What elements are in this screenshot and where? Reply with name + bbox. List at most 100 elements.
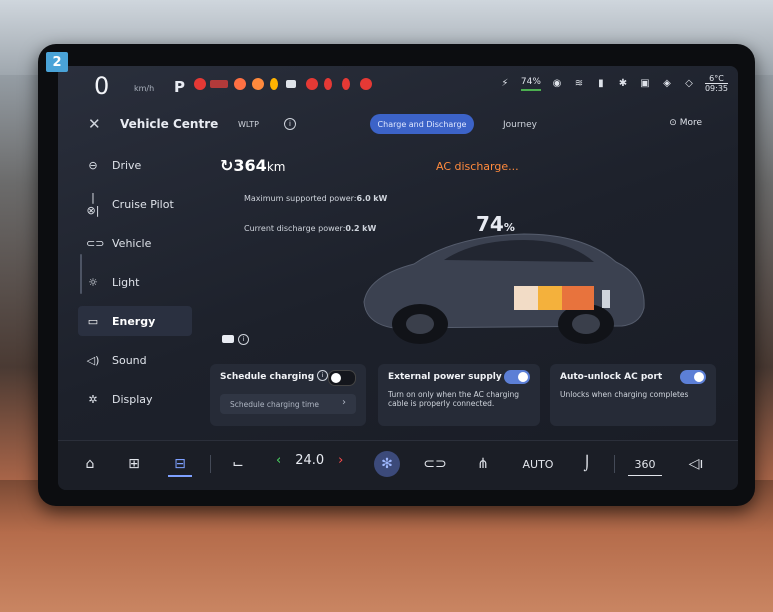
sidebar-item-label: Vehicle [112,236,152,250]
battery-cell [538,286,562,310]
car-illustration [363,233,645,344]
auto-unlock-toggle[interactable] [680,370,706,384]
home-icon[interactable]: ⌂ [78,453,102,475]
recirculation-icon[interactable]: ⊂⊃ [422,453,448,475]
temperature-value: 24.0 [295,453,325,468]
temp-increase-icon[interactable]: › [338,453,343,468]
info-icon: i [238,333,249,345]
battery-icon: ▭ [87,314,99,328]
external-power-card: External power supply Turn on only when … [378,364,540,426]
lights-icon [286,80,296,88]
warning-icon [342,78,350,90]
seat-icon[interactable]: ⌙ [226,453,250,475]
temp-clock: 6°C 09:35 [704,74,728,93]
speed-readout: 0 [94,72,110,100]
gear-indicator: P [174,78,185,96]
volume-icon[interactable]: ◁ı [684,453,708,475]
sidebar: ⊖ Drive |⊗| Cruise Pilot ⊂⊃ Vehicle ☼ Li… [72,150,192,420]
apps-grid-icon[interactable]: ⊞ [122,453,146,475]
page-title: Vehicle Centre [120,117,219,131]
shield-icon: ◈ [663,78,671,89]
temp-decrease-icon[interactable]: ‹ [276,453,281,468]
step-badge: 2 [46,52,68,72]
battery-percent: 74% [520,77,541,91]
discharge-status: AC discharge... [436,160,519,173]
sidebar-item-label: Cruise Pilot [112,197,174,211]
wltp-label[interactable]: WLTP [238,120,259,129]
sidebar-item-vehicle[interactable]: ⊂⊃ Vehicle [78,228,192,258]
auto-climate-button[interactable]: AUTO [518,453,558,475]
brightness-icon: ✲ [88,392,98,406]
sidebar-item-cruise-pilot[interactable]: |⊗| Cruise Pilot [78,189,192,219]
vehicle-icon[interactable]: ⊟ [168,453,192,477]
schedule-charging-toggle[interactable] [328,370,356,386]
warning-icon [252,78,264,90]
battery-cell [514,286,538,310]
range-readout: ↻364km [220,156,286,175]
card-description: Unlocks when charging completes [560,390,689,399]
plug-icon: ⚡ [501,78,509,89]
status-right: ⚡ 74% ◉ ≋ ▮ ✱ ▣ ◈ ◇ 6°C 09:35 [499,74,728,93]
dock-divider [210,455,211,473]
assistant-icon: ◉ [552,78,562,89]
info-icon[interactable]: i [317,370,328,381]
steering-icon: ⊖ [88,158,98,172]
warning-icon [270,78,278,90]
signal-icon: ▮ [598,78,604,89]
header: ✕ Vehicle Centre WLTP i Charge and Disch… [58,112,738,138]
camera-icon: ▣ [640,78,650,89]
car-icon: ⊂⊃ [86,236,105,250]
schedule-time-input[interactable]: Schedule charging time › [220,394,356,414]
warning-icon [194,78,206,90]
tab-charge-discharge[interactable]: Charge and Discharge [370,114,474,134]
max-power: Maximum supported power:6.0 kW [244,194,388,203]
warning-icon [360,78,372,90]
security-icon: ◇ [685,78,693,89]
status-bar: 0 km/h P ⚡ 74% ◉ ≋ ▮ ✱ ▣ ◈ ◇ 6°C 09:35 [58,66,738,108]
external-power-toggle[interactable] [504,370,530,384]
fan-icon[interactable]: ✻ [374,451,400,477]
bottom-dock: ⌂ ⊞ ⊟ ⌙ ‹ 24.0 › ✻ ⊂⊃ ⋔ AUTO ⌡ 360 ◁ı [58,440,738,490]
passenger-airbag-icon [210,80,228,88]
sidebar-item-energy[interactable]: ▭ Energy [78,306,192,336]
speed-unit: km/h [134,84,155,93]
close-icon[interactable]: ✕ [88,115,101,133]
sidebar-item-label: Sound [112,353,147,367]
view-toggle[interactable]: i [222,332,252,346]
camera-360-button[interactable]: 360 [628,453,662,476]
sidebar-item-label: Drive [112,158,142,172]
info-icon[interactable]: i [284,118,296,130]
sidebar-item-label: Display [112,392,153,406]
sidebar-item-display[interactable]: ✲ Display [78,384,192,414]
charge-port [602,290,610,308]
schedule-charging-card: Schedule charging i Schedule charging ti… [210,364,366,426]
chevron-right-icon: › [342,397,346,408]
clock: 09:35 [704,83,728,93]
light-icon: ☼ [88,275,98,289]
sidebar-item-drive[interactable]: ⊖ Drive [78,150,192,180]
speaker-icon: ◁) [86,353,100,367]
sidebar-item-label: Energy [112,314,156,328]
card-description: Turn on only when the AC charging cable … [388,390,519,408]
battery-cell [562,286,594,310]
range-icon: ↻ [220,156,234,175]
warning-icon [324,78,332,90]
seat-heater-icon[interactable]: ⌡ [574,453,600,475]
vehicle-screen: 0 km/h P ⚡ 74% ◉ ≋ ▮ ✱ ▣ ◈ ◇ 6°C 09:35 ✕… [58,66,738,490]
temperature-control: ‹ 24.0 › [276,453,343,468]
sidebar-item-label: Light [112,275,140,289]
bluetooth-icon: ✱ [618,78,628,89]
more-button[interactable]: ⊙ More [669,118,702,128]
defrost-icon[interactable]: ⋔ [470,453,496,475]
sidebar-item-sound[interactable]: ◁) Sound [78,345,192,375]
card-icon [222,335,234,343]
dock-divider [614,455,615,473]
wifi-icon: ≋ [574,78,584,89]
warning-icon [234,78,246,90]
outside-temperature: 6°C [709,74,724,83]
sidebar-item-light[interactable]: ☼ Light [78,267,192,297]
auto-unlock-card: Auto-unlock AC port Unlocks when chargin… [550,364,716,426]
cruise-icon: |⊗| [86,191,100,217]
tab-journey[interactable]: Journey [503,120,537,130]
warning-icon [306,78,318,90]
